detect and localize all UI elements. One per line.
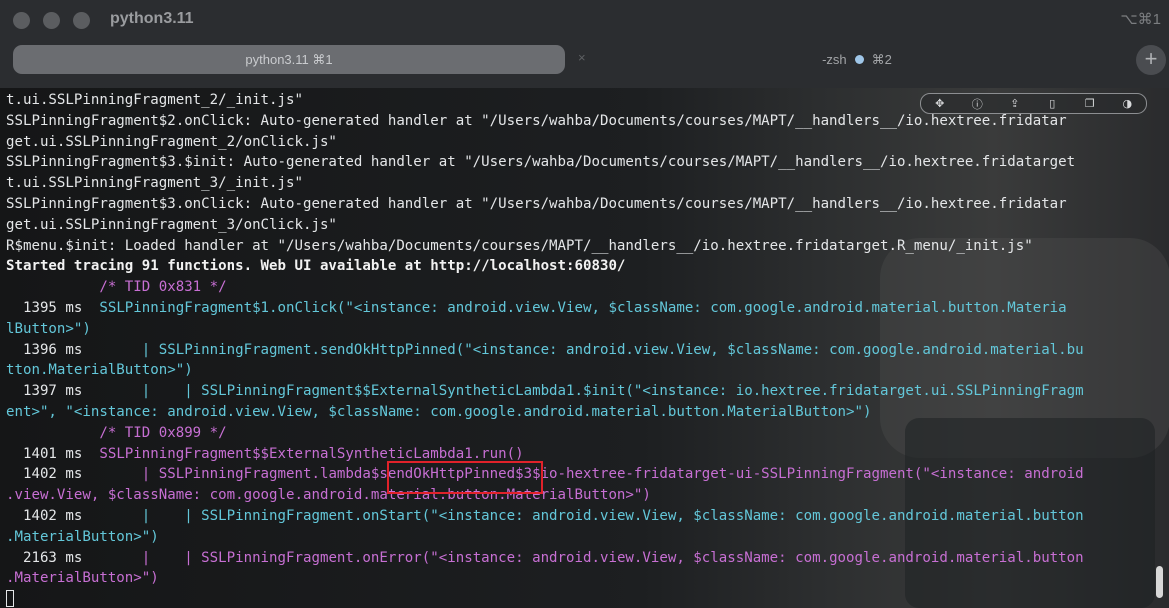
terminal-text: .MaterialButton>") [6,570,159,587]
scrollbar[interactable] [1156,566,1163,598]
terminal-text: SSLPinningFragment$$ExternalSyntheticLam… [99,445,524,462]
terminal-line: Started tracing 91 functions. Web UI ava… [6,256,1148,277]
terminal-text: /* TID 0x899 */ [6,424,227,441]
highlight-box [387,461,543,494]
terminal-text: | SSLPinningFragment.sendOkHttpPinned("<… [99,341,1084,358]
tab-close-icon[interactable]: × [578,50,586,65]
terminal-text: .MaterialButton>") [6,528,159,545]
terminal-line: 1401 ms SSLPinningFragment$$ExternalSynt… [6,444,1148,465]
minimize-window-icon[interactable] [43,12,60,29]
terminal-line: R$menu.$init: Loaded handler at "/Users/… [6,236,1148,257]
window-titlebar: python3.11 ⌥⌘1 [0,0,1169,40]
terminal-text: 1401 ms [6,445,100,462]
terminal-line: 2163 ms | | SSLPinningFragment.onError("… [6,548,1148,569]
new-tab-button[interactable]: + [1136,45,1166,75]
terminal-line: 1396 ms | SSLPinningFragment.sendOkHttpP… [6,340,1148,361]
terminal-line: /* TID 0x831 */ [6,277,1148,298]
terminal-line: lButton>") [6,319,1148,340]
terminal-line: tton.MaterialButton>") [6,360,1148,381]
terminal-text: Started tracing 91 functions. Web UI ava… [6,258,626,275]
terminal-text: 1397 ms [6,383,100,400]
close-window-icon[interactable] [13,12,30,29]
move-icon[interactable]: ✥ [930,97,950,110]
terminal-line: t.ui.SSLPinningFragment_3/_init.js" [6,173,1148,194]
terminal-text: /* TID 0x831 */ [6,279,227,296]
terminal-text: SSLPinningFragment$3.onClick: Auto-gener… [6,195,1067,212]
terminal-line: 1402 ms | | SSLPinningFragment.onStart("… [6,506,1148,527]
terminal-text: SSLPinningFragment$1.onClick("<instance:… [99,299,1067,316]
tab-zsh-label: -zsh [822,52,847,67]
terminal-text: 2163 ms [6,549,100,566]
copy-icon[interactable]: ❐ [1080,97,1100,110]
terminal-text: lButton>") [6,320,91,337]
terminal-text: | | SSLPinningFragment.onStart("<instanc… [99,507,1084,524]
terminal-line: /* TID 0x899 */ [6,423,1148,444]
window-shortcut: ⌥⌘1 [1120,11,1161,28]
terminal-text: tton.MaterialButton>") [6,362,193,379]
terminal-toolbar: ✥ ⓘ ⇪ ▯ ❐ ◑ [920,93,1147,114]
terminal-text: get.ui.SSLPinningFragment_2/onClick.js" [6,133,337,150]
terminal-cursor [6,590,14,607]
terminal-text: SSLPinningFragment$3.$init: Auto-generat… [6,154,1076,171]
terminal-text: t.ui.SSLPinningFragment_3/_init.js" [6,175,303,192]
terminal-text: t.ui.SSLPinningFragment_2/_init.js" [6,92,303,108]
terminal-text: 1395 ms [6,299,100,316]
terminal-line: .view.View, $className: com.google.andro… [6,485,1148,506]
tab-python-label: python3.11 ⌘1 [245,51,333,67]
terminal-line: .MaterialButton>") [6,527,1148,548]
tab-python[interactable]: python3.11 ⌘1 [13,45,565,74]
activity-dot-icon [854,55,864,64]
terminal-lines: t.ui.SSLPinningFragment_2/_init.js" SSLPi… [6,90,1148,589]
terminal-text: 1402 ms [6,466,100,483]
terminal-text: | | SSLPinningFragment.onError("<instanc… [99,549,1084,566]
tab-zsh[interactable]: -zsh ⌘2 [594,45,1120,74]
terminal-text: 1396 ms [6,341,100,358]
window-title: python3.11 [110,10,194,27]
terminal-line: 1397 ms | | SSLPinningFragment$$External… [6,381,1148,402]
terminal-text: ent>", "<instance: android.view.View, $c… [6,403,872,420]
terminal-text: get.ui.SSLPinningFragment_3/onClick.js" [6,216,337,233]
terminal-text: .view.View, $className: com.google.andro… [6,487,651,504]
terminal-line: get.ui.SSLPinningFragment_3/onClick.js" [6,215,1148,236]
bookmark-icon[interactable]: ▯ [1042,97,1062,110]
palette-icon[interactable]: ◑ [1117,97,1137,110]
tab-zsh-shortcut: ⌘2 [871,51,892,67]
terminal-line: .MaterialButton>") [6,568,1148,589]
terminal-output[interactable]: t.ui.SSLPinningFragment_2/_init.js" SSLPi… [0,88,1169,608]
terminal-text: 1402 ms [6,507,100,524]
terminal-line: SSLPinningFragment$3.onClick: Auto-gener… [6,194,1148,215]
terminal-text: | SSLPinningFragment.lambda$sendOkHttpPi… [99,466,1084,483]
terminal-line: SSLPinningFragment$3.$init: Auto-generat… [6,152,1148,173]
terminal-line: ent>", "<instance: android.view.View, $c… [6,402,1148,423]
terminal-line: 1402 ms | SSLPinningFragment.lambda$send… [6,464,1148,485]
terminal-line: 1395 ms SSLPinningFragment$1.onClick("<i… [6,298,1148,319]
zoom-window-icon[interactable] [73,12,90,29]
terminal-text: R$menu.$init: Loaded handler at "/Users/… [6,237,1033,254]
terminal-text: | | SSLPinningFragment$$ExternalSyntheti… [99,383,1084,400]
info-icon[interactable]: ⓘ [967,96,987,112]
terminal-text: SSLPinningFragment$2.onClick: Auto-gener… [6,112,1067,129]
terminal-line: get.ui.SSLPinningFragment_2/onClick.js" [6,132,1148,153]
share-icon[interactable]: ⇪ [1005,97,1025,110]
